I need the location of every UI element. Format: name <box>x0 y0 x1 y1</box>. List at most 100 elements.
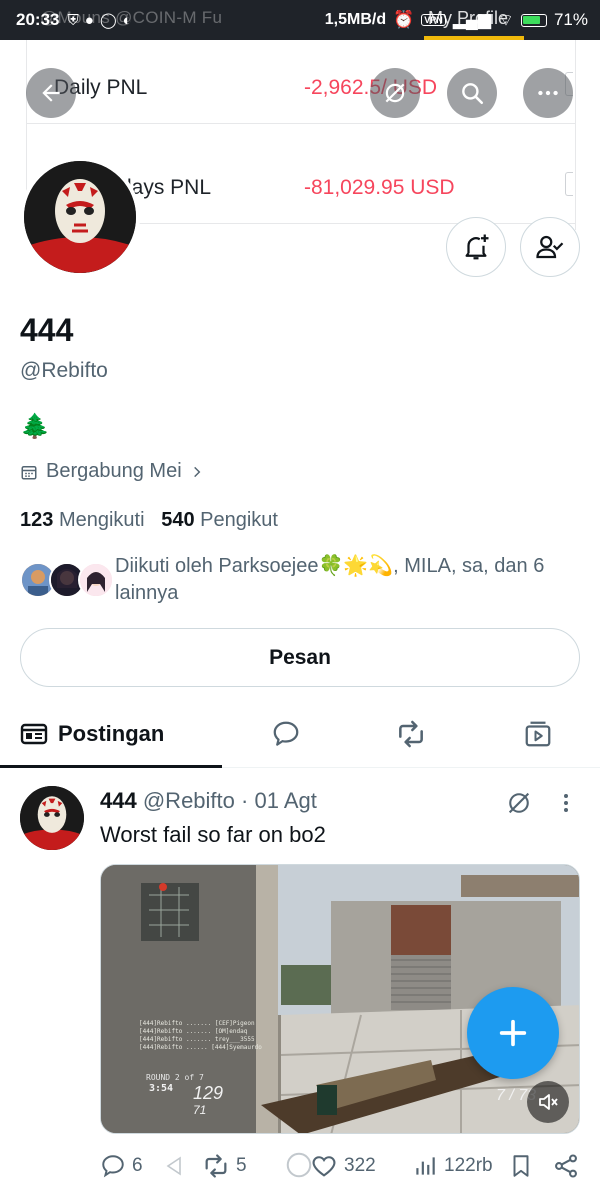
message-button[interactable]: Pesan <box>20 628 580 687</box>
active-tab-indicator <box>0 765 222 768</box>
tab-posts-label: Postingan <box>58 721 165 746</box>
followed-by-text: Diikuti oleh Parksoejee🍀🌟💫, MILA, sa, da… <box>115 555 545 604</box>
calendar-icon <box>21 465 37 479</box>
plus-icon <box>499 1019 527 1047</box>
heart-icon <box>312 1156 336 1177</box>
share-icon[interactable] <box>552 1152 580 1180</box>
more-vertical-icon[interactable] <box>556 791 576 815</box>
reply-action[interactable]: 6 <box>100 1148 143 1184</box>
status-time: 20:33 <box>16 10 60 29</box>
post-header: 444 @Rebifto · 01 Agt <box>100 788 317 814</box>
post-text: Worst fail so far on bo2 <box>100 822 326 847</box>
following-label: Mengikuti <box>58 509 145 531</box>
grok-button[interactable] <box>370 68 420 118</box>
like-action[interactable]: 322 <box>310 1148 376 1184</box>
volume-mute-icon <box>539 1094 558 1110</box>
followers-count: 540 <box>161 509 195 531</box>
hud-round: ROUND 2 of 7 <box>146 1073 204 1082</box>
svg-text:[444]Rebifto ....... [OM]endaq: [444]Rebifto ....... [OM]endaq <box>139 1028 248 1035</box>
svg-text:[444]Rebifto ...... [444]Syema: [444]Rebifto ...... [444]Syemaurdo <box>139 1044 262 1051</box>
shield-notification-icon: ⛨ <box>67 11 79 29</box>
repost-count: 5 <box>236 1155 247 1176</box>
alarm-icon: ⏰ <box>393 10 415 29</box>
battery-level: 71% <box>553 10 588 29</box>
tab-videos[interactable] <box>518 700 558 768</box>
pnl-edge-marker <box>565 172 573 196</box>
repost-action[interactable]: 5 <box>202 1148 247 1184</box>
svg-text:[444]Rebifto ....... trey___35: [444]Rebifto ....... trey___3555 <box>139 1036 255 1043</box>
repost-icon <box>399 720 423 748</box>
vpn-icon: VPN <box>421 14 446 26</box>
svg-text:[444]Rebifto ....... [CEF]Pige: [444]Rebifto ....... [CEF]Pigeon <box>139 1020 255 1027</box>
repost-icon <box>205 1154 227 1178</box>
reply-icon <box>102 1155 124 1178</box>
post-author-name[interactable]: 444 <box>100 788 137 813</box>
profile-name: 444 <box>20 312 74 348</box>
tab-reposts[interactable] <box>391 700 431 768</box>
battery-icon <box>520 13 547 27</box>
post-author-handle[interactable]: @Rebifto <box>143 788 235 813</box>
wifi-icon: ⌔ <box>497 10 514 30</box>
grok-icon[interactable] <box>505 789 533 817</box>
bell-plus-icon <box>465 234 489 260</box>
followed-by[interactable]: Diikuti oleh Parksoejee🍀🌟💫, MILA, sa, da… <box>20 553 580 607</box>
status-right: 1,5MB/d ⏰ VPN ▂▄▆ ⌔ 71% <box>325 10 588 31</box>
status-bar: @Mouns @COIN-M Fu 20:33 ⛨ ● ◯ ◐ My Profi… <box>0 0 600 40</box>
search-icon <box>462 83 484 105</box>
follow-stats: 123 Mengikuti 540 Pengikut <box>20 509 278 532</box>
tab-replies[interactable] <box>266 700 306 768</box>
user-check-icon <box>536 235 564 259</box>
profile-tabs: Postingan <box>0 700 600 768</box>
reply-count: 6 <box>132 1155 143 1176</box>
grok-icon <box>385 83 405 103</box>
followers-stat[interactable]: 540 Pengikut <box>161 509 278 531</box>
hud-ammo-sub: 71 <box>193 1103 207 1117</box>
speech-bubble-icon <box>273 721 299 746</box>
nav-back-ghost-icon <box>166 1156 181 1176</box>
compose-fab[interactable] <box>467 987 559 1079</box>
more-options-button[interactable] <box>523 68 573 118</box>
bookmark-icon[interactable] <box>508 1152 534 1180</box>
chevron-right-icon[interactable] <box>190 465 204 479</box>
post-actions: 6 5 322 122rb <box>100 1148 590 1184</box>
following-count: 123 <box>20 509 54 531</box>
network-speed: 1,5MB/d <box>324 11 387 28</box>
joined-label: Bergabung Mei <box>46 460 182 482</box>
mutual-followers-avatars <box>20 557 115 598</box>
whatsapp-icon: ◯ <box>99 12 117 29</box>
post-date[interactable]: 01 Agt <box>254 788 316 813</box>
profile-bio: 🌲 <box>20 413 50 440</box>
pnl-value: -81,029.95 USD <box>304 176 455 199</box>
hockey-mask-avatar-image <box>20 786 84 850</box>
profile-avatar[interactable] <box>20 157 140 277</box>
chat-notification-icon: ● <box>84 11 94 29</box>
tab-posts[interactable]: Postingan <box>20 700 164 768</box>
views-action[interactable]: 122rb <box>412 1148 493 1184</box>
signal-icon: ▂▄▆ <box>452 10 491 29</box>
mutual-avatar <box>78 562 114 598</box>
search-button[interactable] <box>447 68 497 118</box>
shield-half-icon: ◐ <box>122 11 132 29</box>
views-count: 122rb <box>444 1155 493 1176</box>
like-count: 322 <box>344 1155 376 1176</box>
post-avatar[interactable] <box>20 786 84 850</box>
notification-icons: ⛨ ● ◯ ◐ <box>67 11 132 30</box>
video-tab-icon <box>525 721 551 747</box>
joined-date: Bergabung Mei <box>20 460 204 483</box>
more-horizontal-icon <box>538 90 558 96</box>
profile-handle: @Rebifto <box>20 359 108 382</box>
arrow-left-icon <box>42 84 60 102</box>
following-stat[interactable]: 123 Mengikuti <box>20 509 145 531</box>
posts-tab-icon <box>20 723 48 745</box>
followers-label: Pengikut <box>200 509 278 531</box>
pnl-label: lays PNL <box>127 176 212 199</box>
following-button[interactable] <box>520 217 580 277</box>
post-separator: · <box>241 788 249 813</box>
back-button[interactable] <box>26 68 76 118</box>
hud-ammo-left: 129 <box>193 1083 224 1103</box>
hud-score: 3:54 <box>149 1083 174 1094</box>
views-chart-icon <box>416 1157 435 1175</box>
notify-button[interactable] <box>446 217 506 277</box>
hockey-mask-avatar-image <box>24 161 136 273</box>
mute-button[interactable] <box>527 1081 569 1123</box>
